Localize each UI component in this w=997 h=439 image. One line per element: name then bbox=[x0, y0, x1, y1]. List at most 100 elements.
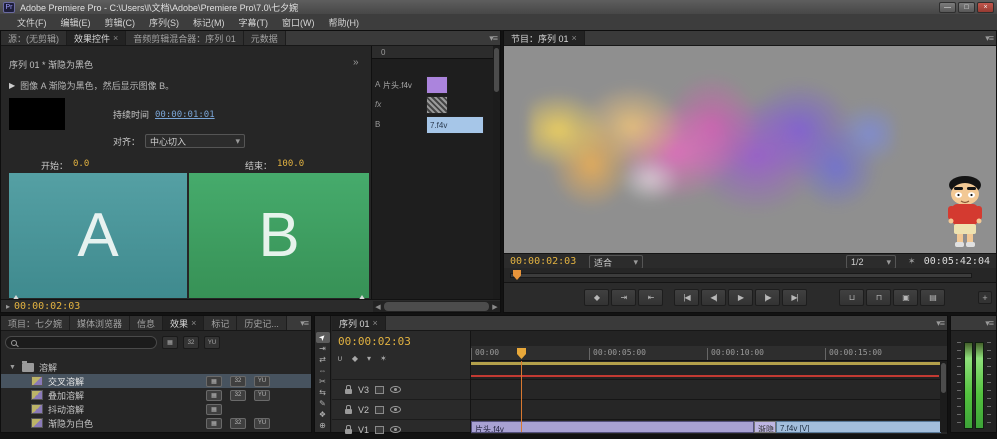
pen-tool[interactable]: ✎ bbox=[316, 398, 330, 409]
eye-icon[interactable] bbox=[390, 386, 401, 393]
lock-icon[interactable] bbox=[345, 409, 352, 414]
play-button[interactable]: ▶ bbox=[728, 289, 753, 306]
tab-media-browser[interactable]: 媒体浏览器 bbox=[70, 316, 130, 330]
close-button[interactable]: × bbox=[977, 2, 994, 13]
track-name[interactable]: V3 bbox=[358, 385, 369, 395]
track-v1[interactable]: 片头.f4v 渐隐 7.f4v [V] bbox=[471, 419, 947, 434]
expander-icon[interactable]: ▼ bbox=[9, 364, 16, 371]
mini-timeline-ruler[interactable]: 0 bbox=[372, 46, 493, 59]
accelerated-effects-filter-icon[interactable]: ▦ bbox=[162, 336, 178, 349]
close-icon[interactable]: × bbox=[191, 318, 196, 328]
transition-preview-a[interactable]: A bbox=[9, 173, 187, 298]
program-timecode[interactable]: 00:00:02:03 bbox=[510, 256, 576, 267]
effects-folder-row[interactable]: ▼ 溶解 bbox=[1, 360, 311, 374]
yuv-filter-icon[interactable]: YU bbox=[204, 336, 220, 349]
alignment-dropdown[interactable]: 中心切入 ▾ bbox=[145, 134, 245, 148]
panel-menu-icon[interactable]: ▾≡ bbox=[936, 318, 944, 329]
panel-menu-icon[interactable]: ▾≡ bbox=[985, 318, 993, 329]
scrollbar-thumb[interactable] bbox=[494, 48, 499, 92]
compare-button[interactable]: ▤ bbox=[920, 289, 945, 306]
tab-audio-clip-mixer[interactable]: 音频剪辑混合器：序列 01 bbox=[126, 31, 244, 45]
zoom-tool[interactable]: ⊕ bbox=[316, 420, 330, 431]
tab-project[interactable]: 项目：七夕婉 bbox=[1, 316, 70, 330]
scroll-left-icon[interactable]: ◀ bbox=[373, 303, 383, 311]
playback-resolution-dropdown[interactable]: 1/2 ▾ bbox=[846, 255, 896, 269]
playhead-marker[interactable] bbox=[513, 270, 521, 280]
maximize-button[interactable]: □ bbox=[958, 2, 975, 13]
track-name[interactable]: V1 bbox=[358, 425, 369, 435]
duration-value[interactable]: 00:00:01:01 bbox=[155, 110, 215, 120]
marker-menu-icon[interactable]: ▾ bbox=[367, 354, 371, 363]
menu-edit[interactable]: 编辑(E) bbox=[54, 16, 98, 29]
scroll-right-icon[interactable]: ▶ bbox=[490, 303, 500, 311]
effect-item-cross-dissolve[interactable]: 交叉溶解 ▦ 32 YU bbox=[1, 374, 311, 388]
panel-menu-icon[interactable]: ▾≡ bbox=[985, 33, 993, 44]
menu-sequence[interactable]: 序列(S) bbox=[142, 16, 186, 29]
tab-program-sequence[interactable]: 节目：序列 01 × bbox=[504, 31, 585, 45]
program-scrub-bar[interactable] bbox=[504, 268, 996, 282]
lock-icon[interactable] bbox=[345, 389, 352, 394]
extract-button[interactable]: ⊓ bbox=[866, 289, 891, 306]
razor-tool[interactable]: ✂ bbox=[316, 376, 330, 387]
slip-tool[interactable]: ⇆ bbox=[316, 387, 330, 398]
menu-window[interactable]: 窗口(W) bbox=[275, 16, 322, 29]
timeline-ruler[interactable]: 00:00 00:00:05:00 00:00:10:00 00:00:15:0… bbox=[471, 346, 947, 361]
step-forward-button[interactable]: |▶ bbox=[755, 289, 780, 306]
tab-history[interactable]: 历史记... bbox=[237, 316, 287, 330]
button-editor-plus[interactable]: + bbox=[978, 291, 992, 304]
tab-info[interactable]: 信息 bbox=[130, 316, 163, 330]
fit-dropdown[interactable]: 适合 ▾ bbox=[589, 255, 643, 269]
settings-wrench-icon[interactable]: ✶ bbox=[380, 354, 387, 363]
minimize-button[interactable]: — bbox=[939, 2, 956, 13]
effect-controls-timecode[interactable]: 00:00:02:03 bbox=[14, 301, 80, 312]
close-icon[interactable]: × bbox=[113, 33, 118, 43]
hand-tool[interactable]: ❖ bbox=[316, 409, 330, 420]
panel-menu-icon[interactable]: ▾≡ bbox=[489, 33, 497, 44]
selection-tool[interactable]: ➤ bbox=[316, 332, 330, 343]
lift-button[interactable]: ⊔ bbox=[839, 289, 864, 306]
export-frame-button[interactable]: ▣ bbox=[893, 289, 918, 306]
display-style-icon[interactable] bbox=[375, 426, 384, 434]
step-back-button[interactable]: ◀| bbox=[701, 289, 726, 306]
work-area-bar[interactable] bbox=[471, 362, 947, 365]
close-icon[interactable]: × bbox=[373, 318, 378, 328]
menu-file[interactable]: 文件(F) bbox=[10, 16, 54, 29]
settings-wrench-icon[interactable]: ✶ bbox=[908, 256, 916, 267]
panel-menu-icon[interactable]: ▾≡ bbox=[300, 318, 308, 329]
snap-icon[interactable]: ∪ bbox=[337, 354, 343, 363]
tab-source-monitor[interactable]: 源：(无剪辑) bbox=[1, 31, 67, 45]
horizontal-scrollbar[interactable]: ◀ ▶ bbox=[373, 301, 500, 312]
clip-piantou[interactable]: 片头.f4v bbox=[471, 421, 754, 433]
track-select-tool[interactable]: ⇥ bbox=[316, 343, 330, 354]
32bit-filter-icon[interactable]: 32 bbox=[183, 336, 199, 349]
set-marker-icon[interactable]: ◆ bbox=[352, 354, 358, 363]
add-marker-button[interactable]: ◆ bbox=[584, 289, 609, 306]
go-to-out-button[interactable]: ▶| bbox=[782, 289, 807, 306]
transition-clip[interactable]: 渐隐 bbox=[754, 421, 776, 433]
menu-marker[interactable]: 标记(M) bbox=[186, 16, 232, 29]
clip-7f4v[interactable]: 7.f4v [V] bbox=[776, 421, 941, 433]
mini-transition-block[interactable] bbox=[426, 96, 448, 114]
eye-icon[interactable] bbox=[390, 406, 401, 413]
display-style-icon[interactable] bbox=[375, 386, 384, 394]
tab-metadata[interactable]: 元数据 bbox=[244, 31, 286, 45]
effect-item-dither-dissolve[interactable]: 抖动溶解 ▦ bbox=[1, 402, 311, 416]
mini-clip-b[interactable]: 7.f4v bbox=[426, 116, 484, 134]
timeline-timecode[interactable]: 00:00:02:03 bbox=[338, 335, 411, 348]
vertical-scrollbar[interactable] bbox=[493, 46, 500, 299]
ripple-edit-tool[interactable]: ⇄ bbox=[316, 354, 330, 365]
track-name[interactable]: V2 bbox=[358, 405, 369, 415]
menu-clip[interactable]: 剪辑(C) bbox=[98, 16, 143, 29]
mini-clip-a[interactable] bbox=[426, 76, 448, 94]
transition-preview-b[interactable]: B bbox=[189, 173, 369, 298]
scrollbar-thumb[interactable] bbox=[941, 363, 946, 393]
effects-search-input[interactable] bbox=[5, 336, 157, 349]
tab-sequence-01[interactable]: 序列 01 × bbox=[332, 316, 386, 330]
rate-stretch-tool[interactable]: ⇔ bbox=[316, 365, 330, 376]
track-v3[interactable] bbox=[471, 379, 947, 399]
effect-item-additive-dissolve[interactable]: 叠加溶解 ▦ 32 YU bbox=[1, 388, 311, 402]
mark-in-button[interactable]: ⇥ bbox=[611, 289, 636, 306]
scrub-track[interactable] bbox=[510, 273, 972, 278]
close-icon[interactable]: × bbox=[572, 33, 577, 43]
track-v2[interactable] bbox=[471, 399, 947, 419]
